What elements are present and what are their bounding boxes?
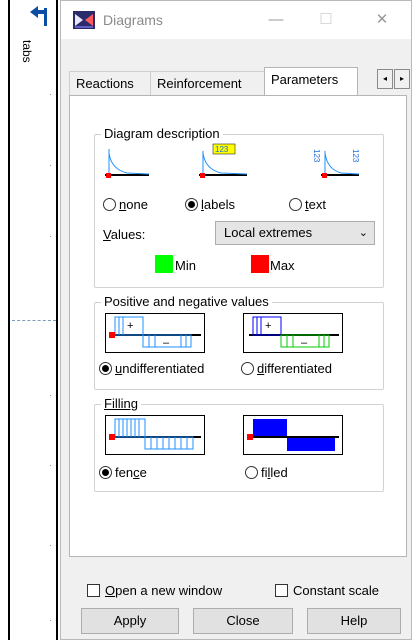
undifferentiated-icon: + –	[105, 313, 205, 356]
diagrams-app-icon	[73, 11, 95, 32]
close-button[interactable]: Close	[193, 608, 293, 634]
side-tabs-label[interactable]: tabs	[20, 40, 34, 63]
max-color-swatch[interactable]	[251, 255, 269, 273]
fence-fill-icon	[105, 415, 205, 458]
radio-none-indicator[interactable]	[103, 198, 116, 211]
radio-undifferentiated[interactable]: undifferentiated	[99, 361, 204, 376]
open-new-window-label: Open a new window	[105, 583, 223, 598]
help-button[interactable]: Help	[307, 608, 401, 634]
tab-parameters[interactable]: Parameters	[264, 67, 358, 95]
no-labels-diagram-icon	[103, 147, 151, 190]
values-dropdown[interactable]: Local extremes ⌄	[215, 221, 375, 245]
radio-filled-indicator[interactable]	[245, 466, 258, 479]
tab-scroll-left-button[interactable]: ◂	[377, 69, 393, 89]
radio-undifferentiated-indicator[interactable]	[99, 362, 112, 375]
diagrams-dialog: Diagrams — ☐ ✕ Reactions Reinforcement P…	[60, 0, 412, 640]
labels-icon-tag: 123	[215, 145, 229, 154]
strip-separator	[56, 0, 58, 640]
title-bar[interactable]: Diagrams — ☐ ✕	[61, 1, 411, 39]
left-border	[8, 0, 10, 640]
close-window-button[interactable]: ✕	[367, 9, 397, 31]
max-label: Max	[270, 258, 295, 273]
positive-negative-group: Positive and negative values + – + – und…	[94, 294, 384, 390]
text-diagram-icon: 123 123	[305, 145, 361, 188]
radio-text-label: text	[305, 197, 326, 212]
tab-scroll-right-button[interactable]: ▸	[394, 69, 410, 89]
radio-differentiated-label: differentiated	[257, 361, 332, 376]
apply-button[interactable]: Apply	[81, 608, 179, 634]
radio-differentiated[interactable]: differentiated	[241, 361, 332, 376]
radio-undifferentiated-label: undifferentiated	[115, 361, 205, 376]
window-title: Diagrams	[103, 12, 163, 28]
diagram-description-group: Diagram description 123 123 123 none lab…	[94, 126, 384, 288]
text-icon-label-left: 123	[312, 149, 321, 163]
radio-filled-label: filled	[261, 465, 288, 480]
radio-text[interactable]: text	[289, 197, 326, 212]
constant-scale-box[interactable]	[275, 584, 288, 597]
svg-text:–: –	[301, 337, 308, 349]
chevron-down-icon: ⌄	[358, 227, 368, 239]
filling-title: Filling	[101, 396, 141, 412]
minimize-button[interactable]: —	[261, 9, 291, 31]
radio-differentiated-indicator[interactable]	[241, 362, 254, 375]
svg-text:–: –	[163, 337, 170, 349]
strip-dash-line	[12, 320, 56, 321]
open-new-window-box[interactable]	[87, 584, 100, 597]
text-icon-label-right: 123	[351, 149, 360, 163]
values-dropdown-value: Local extremes	[224, 225, 313, 240]
maximize-button[interactable]: ☐	[311, 9, 341, 31]
labels-diagram-icon: 123	[197, 143, 249, 188]
open-new-window-checkbox[interactable]: Open a new window	[87, 583, 222, 598]
parameters-panel: Diagram description 123 123 123 none lab…	[69, 95, 407, 557]
svg-text:+: +	[127, 320, 133, 332]
diagram-description-title: Diagram description	[101, 126, 223, 142]
min-color-swatch[interactable]	[155, 255, 173, 273]
radio-none[interactable]: none	[103, 197, 148, 212]
tab-reinforcement[interactable]: Reinforcement	[150, 71, 265, 95]
tab-reactions[interactable]: Reactions	[69, 71, 151, 95]
radio-labels[interactable]: labels	[185, 197, 235, 212]
values-label: Values:	[103, 227, 146, 242]
radio-labels-indicator[interactable]	[185, 198, 198, 211]
positive-negative-title: Positive and negative values	[101, 294, 272, 310]
radio-fence-indicator[interactable]	[99, 466, 112, 479]
min-label: Min	[175, 258, 196, 273]
radio-labels-label: labels	[201, 197, 235, 212]
filling-group: Filling fence filled	[94, 396, 384, 492]
radio-fence-label: fence	[115, 465, 147, 480]
constant-scale-checkbox[interactable]: Constant scale	[275, 583, 379, 598]
radio-fence[interactable]: fence	[99, 465, 147, 480]
radio-text-indicator[interactable]	[289, 198, 302, 211]
pin-arrow-icon[interactable]	[30, 6, 48, 29]
svg-text:+: +	[265, 320, 271, 332]
radio-filled[interactable]: filled	[245, 465, 288, 480]
differentiated-icon: + –	[243, 313, 343, 356]
radio-none-label: none	[119, 197, 148, 212]
solid-fill-icon	[243, 415, 343, 458]
constant-scale-label: Constant scale	[293, 583, 379, 598]
